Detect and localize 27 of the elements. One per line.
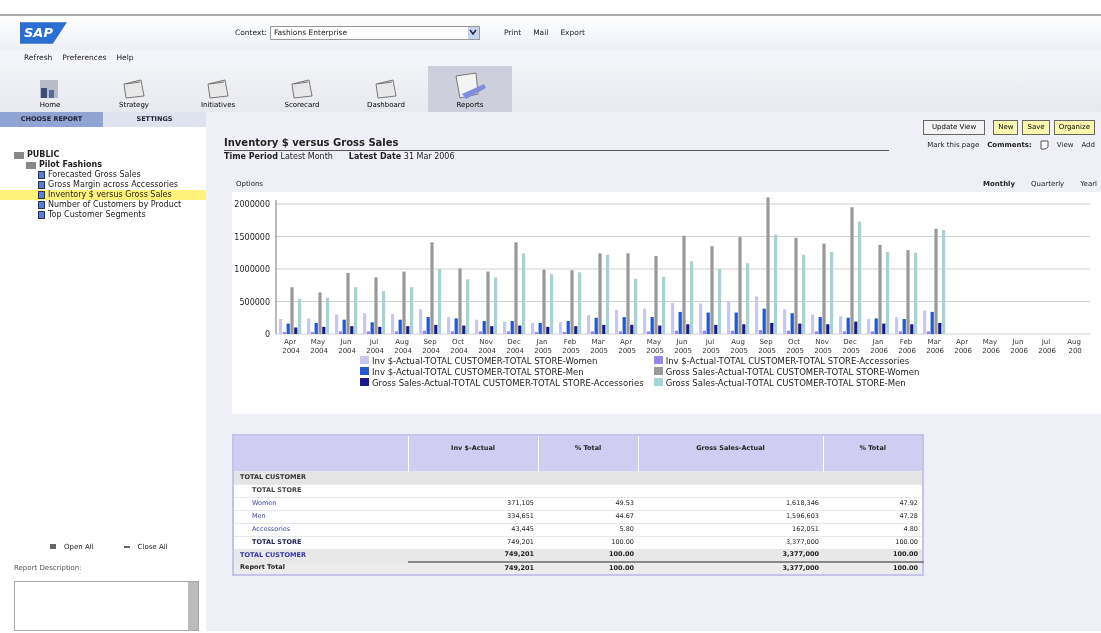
tree-item[interactable]: Number of Customers by Product <box>0 200 206 210</box>
tree-item[interactable]: Forecasted Gross Sales <box>0 170 206 180</box>
tree-item[interactable]: Gross Margin across Accessories <box>0 180 206 190</box>
axis-tick-label: 2000000 <box>234 200 270 209</box>
scrollbar[interactable] <box>188 582 198 630</box>
legend-item: Inv $-Actual-TOTAL CUSTOMER-TOTAL STORE-Women <box>360 356 644 367</box>
legend-item: Inv $-Actual-TOTAL CUSTOMER-TOTAL STORE-Men <box>360 367 644 378</box>
logo: SAP <box>20 22 67 44</box>
legend-item: Gross Sales-Actual-TOTAL CUSTOMER-TOTAL STORE-Accessories <box>360 378 644 389</box>
dropdown-arrow-icon <box>467 27 479 39</box>
legend-item: Inv $-Actual-TOTAL CUSTOMER-TOTAL STORE-Accessories <box>653 356 920 367</box>
axis-tick-label: 0 <box>264 330 270 339</box>
legend-item: Gross Sales-Actual-TOTAL CUSTOMER-TOTAL STORE-Men <box>653 378 920 389</box>
tree-item[interactable]: Top Customer Segments <box>0 210 206 220</box>
filter-text: Latest Date 31 Mar 2006 <box>348 150 455 163</box>
axis-tick-label: 500000 <box>239 297 270 307</box>
reports-icon <box>452 71 488 100</box>
axis-tick-label: 1000000 <box>234 265 270 274</box>
filter-text: Time Period Latest Month <box>224 150 333 163</box>
tree-item[interactable]: Inventory $ versus Gross Sales <box>0 190 206 200</box>
tree-folder[interactable]: PUBLIC <box>27 150 60 160</box>
report-title: Inventory $ versus Gross Sales <box>224 134 889 151</box>
legend-item: Gross Sales-Actual-TOTAL CUSTOMER-TOTAL STORE-Women <box>653 367 920 378</box>
comment-icon <box>1039 140 1049 151</box>
tree-folder[interactable]: Pilot Fashions <box>39 160 102 170</box>
description-field[interactable] <box>14 581 199 631</box>
axis-tick-label: 1500000 <box>234 232 270 242</box>
